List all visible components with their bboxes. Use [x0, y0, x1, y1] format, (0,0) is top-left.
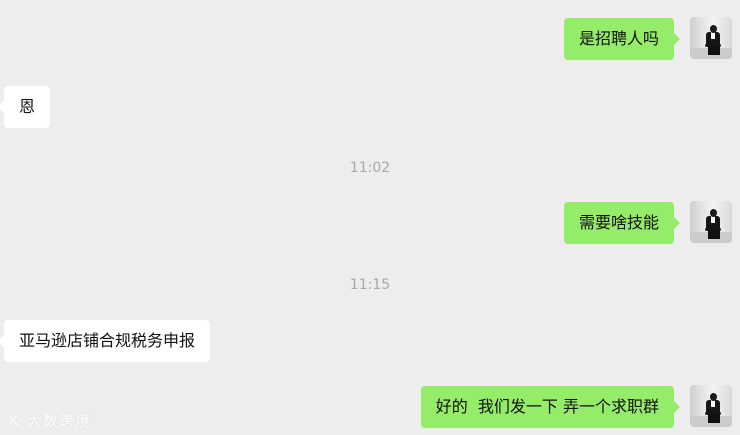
- timestamp-text: 11:02: [349, 160, 391, 176]
- timestamp-text: 11:15: [349, 277, 391, 293]
- self-avatar-icon[interactable]: [690, 17, 732, 59]
- self-avatar-icon[interactable]: [690, 201, 732, 243]
- message-text: 需要啥技能: [578, 213, 659, 232]
- chat-window: 是招聘人吗 恩 11:02 需要啥技能 11:15 亚马逊店铺合规税务申报 好的…: [0, 0, 740, 435]
- message-text: 亚马逊店铺合规税务申报: [19, 331, 196, 350]
- watermark-logo: K 大数跨境: [8, 410, 91, 431]
- timestamp: 11:15: [0, 277, 740, 293]
- self-avatar-icon[interactable]: [690, 385, 732, 427]
- message-text: 是招聘人吗: [578, 29, 659, 48]
- message-text: 好的 我们发一下 弄一个求职群: [435, 397, 659, 416]
- timestamp: 11:02: [0, 160, 740, 176]
- watermark-text: K 大数跨境: [8, 412, 91, 430]
- message-bubble-incoming[interactable]: 亚马逊店铺合规税务申报: [0, 320, 211, 362]
- message-bubble-outgoing[interactable]: 好的 我们发一下 弄一个求职群: [420, 386, 681, 428]
- message-bubble-incoming[interactable]: 恩: [0, 86, 51, 128]
- message-bubble-outgoing[interactable]: 是招聘人吗: [563, 18, 681, 60]
- message-text: 恩: [19, 97, 36, 116]
- message-bubble-outgoing[interactable]: 需要啥技能: [563, 202, 681, 244]
